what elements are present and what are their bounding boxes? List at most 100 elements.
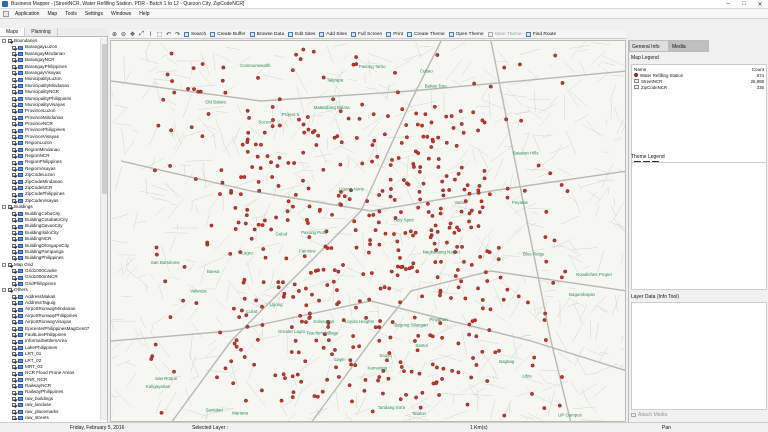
layer-checkbox[interactable] (12, 397, 16, 402)
layer-checkbox[interactable] (12, 377, 16, 382)
layer-checkbox[interactable] (12, 224, 16, 229)
browse-data-button[interactable]: Browse Data (248, 31, 286, 37)
layer-checkbox[interactable] (12, 167, 16, 171)
tab-maps[interactable]: Maps (0, 28, 26, 36)
layer-checkbox[interactable] (12, 269, 16, 274)
layer-checkbox[interactable] (12, 71, 16, 76)
layer-checkbox[interactable] (12, 384, 16, 389)
menu-settings[interactable]: Settings (81, 11, 107, 17)
layer-tree-scrollbar[interactable] (100, 38, 107, 420)
layer-checkbox[interactable] (8, 288, 12, 293)
tab-media[interactable]: Media (669, 40, 709, 52)
layer-checkbox[interactable] (12, 64, 16, 69)
layer-checkbox[interactable] (12, 186, 16, 191)
layer-checkbox[interactable] (12, 371, 16, 376)
collapse-toggle-icon[interactable]: − (2, 39, 6, 44)
create-theme-button[interactable]: Create Theme (405, 31, 447, 37)
full-screen-button[interactable]: Full Screen (349, 31, 384, 37)
layer-checkbox[interactable] (8, 262, 12, 267)
layer-checkbox[interactable] (12, 345, 16, 350)
collapse-toggle-icon[interactable]: − (2, 262, 6, 267)
layer-checkbox[interactable] (12, 109, 16, 114)
map-svg[interactable]: Lagro Greater Lagro Fairview Kaligayahan Nag… (111, 41, 626, 422)
layer-checkbox[interactable] (12, 141, 16, 146)
layer-checkbox[interactable] (12, 365, 16, 370)
layer-item[interactable]: raw_streets (0, 415, 100, 420)
redo-icon[interactable]: ↷ (174, 31, 181, 38)
layer-checkbox[interactable] (12, 320, 16, 325)
menu-application[interactable]: Application (11, 11, 43, 17)
layer-checkbox[interactable] (12, 307, 16, 312)
collapse-toggle-icon[interactable]: − (2, 205, 6, 210)
layer-checkbox[interactable] (12, 409, 16, 414)
layer-checkbox[interactable] (12, 122, 16, 127)
layer-checkbox[interactable] (12, 313, 16, 318)
select-icon[interactable]: ⬚ (156, 31, 163, 38)
layer-checkbox[interactable] (12, 198, 16, 203)
close-button[interactable]: ✕ (752, 0, 768, 9)
layer-checkbox[interactable] (12, 103, 16, 108)
menu-tools[interactable]: Tools (61, 11, 81, 17)
full-extent-icon[interactable]: ⤢ (138, 31, 145, 38)
save-theme-button[interactable]: Save Theme (486, 31, 524, 37)
measure-icon[interactable]: ⌇ (147, 31, 154, 38)
layer-checkbox[interactable] (12, 51, 16, 56)
tab-planning[interactable]: Planning (25, 28, 58, 36)
layer-checkbox[interactable] (12, 326, 16, 331)
layer-checkbox[interactable] (12, 218, 16, 223)
edit-sites-button[interactable]: Edit Sites (286, 31, 317, 37)
layer-checkbox[interactable] (12, 275, 16, 280)
layer-checkbox[interactable] (12, 230, 16, 235)
layer-checkbox[interactable] (8, 205, 12, 210)
menu-windows[interactable]: Windows (107, 11, 135, 17)
layer-checkbox[interactable] (12, 135, 16, 140)
create-buffer-button[interactable]: Create Buffer (208, 31, 247, 37)
layer-checkbox[interactable] (12, 256, 16, 261)
zoom-out-icon[interactable]: ⊖ (120, 31, 127, 38)
layer-checkbox[interactable] (12, 243, 16, 248)
layer-checkbox[interactable] (12, 115, 16, 120)
layer-checkbox[interactable] (12, 301, 16, 306)
layer-checkbox[interactable] (12, 90, 16, 95)
layer-checkbox[interactable] (12, 147, 16, 152)
layer-checkbox[interactable] (12, 390, 16, 395)
layer-checkbox[interactable] (12, 294, 16, 299)
tab-general-info[interactable]: General Info (629, 40, 669, 52)
undo-icon[interactable]: ↶ (165, 31, 172, 38)
layer-checkbox[interactable] (12, 83, 16, 88)
open-theme-button[interactable]: Open Theme (447, 31, 486, 37)
minimize-button[interactable]: – (720, 0, 736, 9)
menu-map[interactable]: Map (43, 11, 61, 17)
layer-checkbox[interactable] (8, 39, 12, 44)
layer-checkbox[interactable] (12, 58, 16, 63)
layer-checkbox[interactable] (12, 77, 16, 82)
layer-checkbox[interactable] (12, 128, 16, 133)
layer-checkbox[interactable] (12, 179, 16, 184)
search-button[interactable]: Search (182, 31, 208, 37)
pan-icon[interactable]: ✥ (129, 31, 136, 38)
layer-checkbox[interactable] (12, 96, 16, 101)
add-sites-button[interactable]: Add Sites (317, 31, 349, 37)
layer-checkbox[interactable] (12, 192, 16, 197)
layer-checkbox[interactable] (12, 358, 16, 363)
scrollbar-thumb[interactable] (102, 44, 107, 194)
layer-checkbox[interactable] (12, 333, 16, 338)
layer-checkbox[interactable] (12, 211, 16, 216)
layer-checkbox[interactable] (12, 339, 16, 344)
layer-checkbox[interactable] (12, 154, 16, 159)
print-button[interactable]: Print (384, 31, 405, 37)
layer-checkbox[interactable] (12, 352, 16, 357)
zoom-in-icon[interactable]: ⊕ (111, 31, 118, 38)
layer-checkbox[interactable] (12, 282, 16, 287)
menu-help[interactable]: Help (135, 11, 153, 17)
layer-checkbox[interactable] (12, 250, 16, 255)
maximize-button[interactable]: □ (736, 0, 752, 9)
legend-row[interactable]: ZipCodeNCR 335 (632, 84, 766, 90)
collapse-toggle-icon[interactable]: − (2, 288, 6, 293)
map-canvas[interactable]: Lagro Greater Lagro Fairview Kaligayahan Nag… (110, 40, 626, 422)
layer-checkbox[interactable] (12, 160, 16, 165)
layer-checkbox[interactable] (12, 416, 16, 420)
layer-checkbox[interactable] (12, 237, 16, 242)
attach-media-button[interactable]: Attach Media (631, 412, 667, 418)
layer-checkbox[interactable] (12, 173, 16, 178)
